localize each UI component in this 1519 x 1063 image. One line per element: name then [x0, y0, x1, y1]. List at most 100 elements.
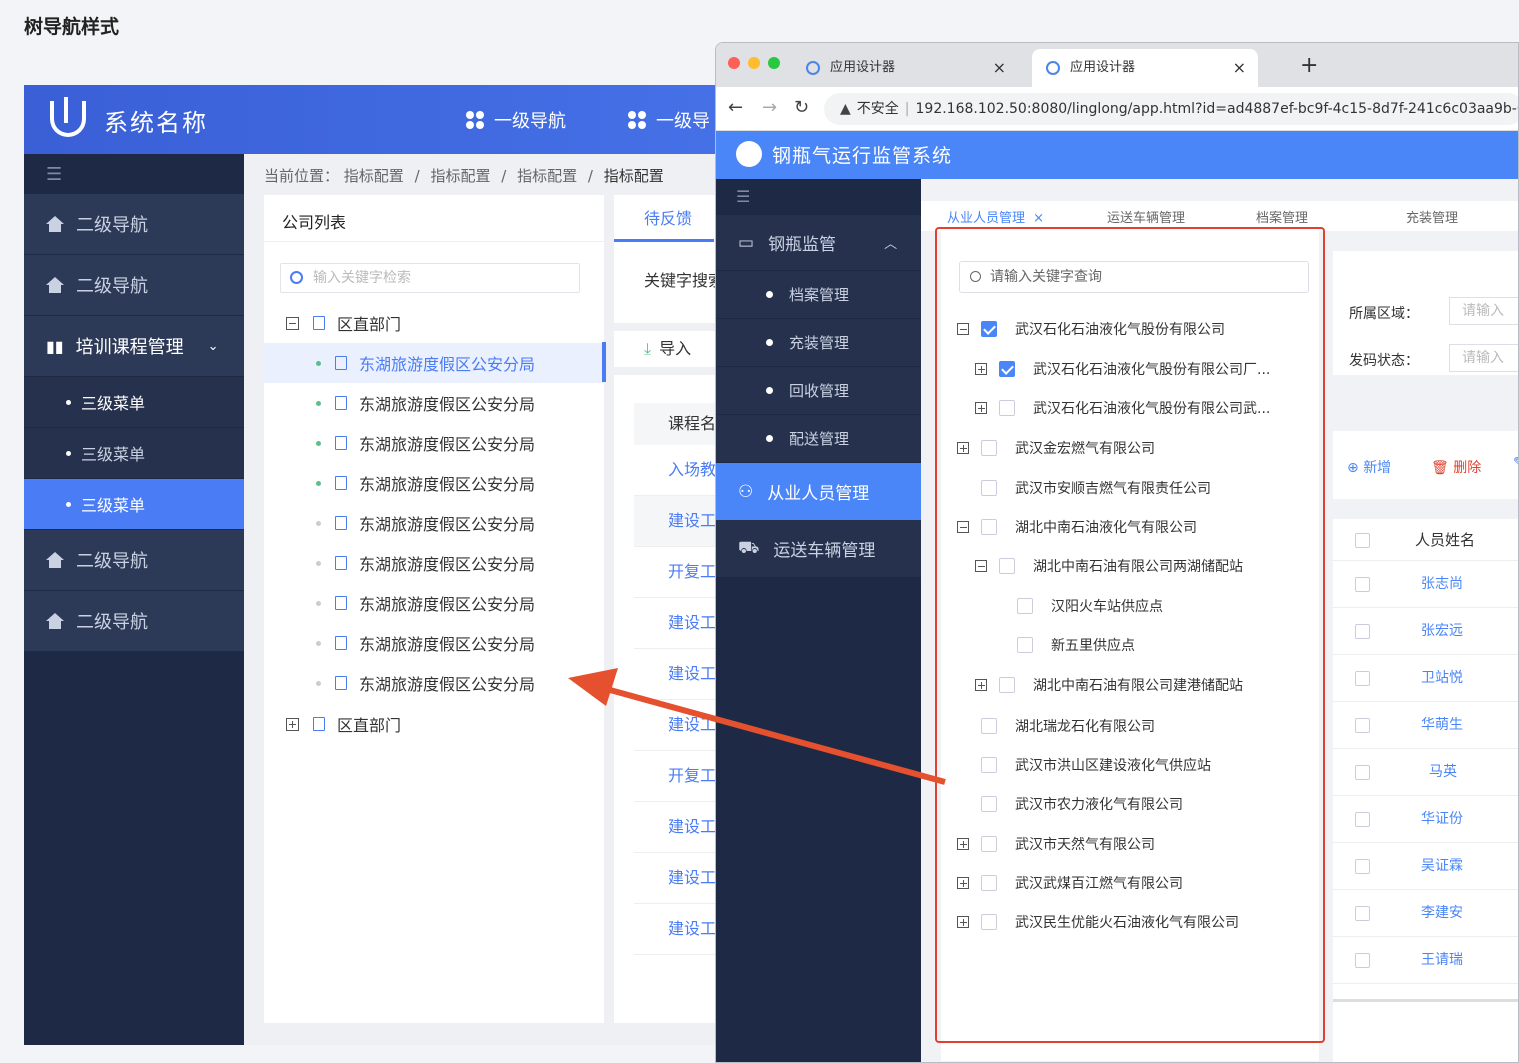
- tree-node[interactable]: 东湖旅游度假区公安分局: [264, 463, 604, 503]
- row-checkbox[interactable]: [1355, 765, 1370, 780]
- sidebar-subitem-2[interactable]: 三级菜单: [24, 428, 244, 479]
- staff-name-link[interactable]: 吴证霖: [1421, 843, 1463, 890]
- breadcrumb: 当前位置： 指标配置 / 指标配置 / 指标配置 / 指标配置: [264, 165, 664, 186]
- menu-collapse-icon[interactable]: ☰: [716, 179, 921, 215]
- bullet-icon: [316, 520, 321, 526]
- sidebar-subitem[interactable]: 档案管理: [716, 271, 921, 319]
- row-checkbox[interactable]: [1355, 812, 1370, 827]
- table-row[interactable]: 张志尚: [1333, 561, 1518, 608]
- sidebar-subitem-3[interactable]: 三级菜单: [24, 479, 244, 530]
- tree-node[interactable]: 东湖旅游度假区公安分局: [264, 343, 604, 383]
- table-row[interactable]: 李建安: [1333, 890, 1518, 937]
- minimize-window-icon[interactable]: [748, 57, 760, 69]
- top-nav-item-1[interactable]: 一级导航: [466, 107, 566, 133]
- edit-icon[interactable]: ✎: [1513, 455, 1518, 471]
- staff-name-link[interactable]: 华萌生: [1421, 702, 1463, 749]
- address-bar[interactable]: ▲ 不安全 | 192.168.102.50:8080/linglong/app.ht…: [824, 93, 1518, 125]
- close-icon[interactable]: ×: [1033, 211, 1044, 226]
- staff-name-link[interactable]: 马英: [1429, 749, 1457, 796]
- browser-tab-active[interactable]: 应用设计器 ×: [1032, 49, 1258, 87]
- menu-collapse-icon[interactable]: ☰: [24, 154, 244, 194]
- tree-node[interactable]: 东湖旅游度假区公安分局: [264, 543, 604, 583]
- row-checkbox[interactable]: [1355, 953, 1370, 968]
- sidebar-subitem[interactable]: 配送管理: [716, 415, 921, 463]
- table-row[interactable]: 华萌生: [1333, 702, 1518, 749]
- new-tab-icon[interactable]: +: [1300, 53, 1318, 78]
- tree-node-root[interactable]: 区直部门: [264, 303, 604, 343]
- row-checkbox[interactable]: [1355, 624, 1370, 639]
- filter-label-status: 发码状态：: [1349, 353, 1419, 369]
- tree-node[interactable]: 东湖旅游度假区公安分局: [264, 623, 604, 663]
- tree-node[interactable]: 东湖旅游度假区公安分局: [264, 503, 604, 543]
- table-row[interactable]: 吴证霖: [1333, 843, 1518, 890]
- breadcrumb-item[interactable]: 指标配置: [430, 167, 490, 185]
- table-row[interactable]: 王请瑞: [1333, 937, 1518, 984]
- staff-name-link[interactable]: 华证份: [1421, 796, 1463, 843]
- tree-node[interactable]: 东湖旅游度假区公安分局: [264, 663, 604, 703]
- scrollbar[interactable]: [1333, 999, 1518, 1002]
- page-title: 树导航样式: [24, 16, 120, 38]
- tab-vehicles[interactable]: 运送车辆管理: [1107, 207, 1185, 226]
- sidebar-subitem[interactable]: 回收管理: [716, 367, 921, 415]
- sidebar-subitem[interactable]: 充装管理: [716, 319, 921, 367]
- sidebar-item-staff[interactable]: ⚇ 从业人员管理: [716, 463, 921, 520]
- close-tab-icon[interactable]: ×: [1233, 49, 1246, 87]
- tree-node-label: 区直部门: [337, 716, 402, 735]
- tab-archives[interactable]: 档案管理: [1256, 207, 1308, 226]
- sidebar-item-nav-3[interactable]: 二级导航: [24, 530, 244, 591]
- tree-node-label: 东湖旅游度假区公安分局: [359, 595, 536, 614]
- maximize-window-icon[interactable]: [768, 57, 780, 69]
- sidebar-group-cylinder[interactable]: ▭ 钢瓶监管 ︿: [716, 215, 921, 271]
- expand-icon[interactable]: [286, 717, 299, 731]
- row-checkbox[interactable]: [1355, 859, 1370, 874]
- staff-name-link[interactable]: 卫站悦: [1421, 655, 1463, 702]
- building-icon: [313, 717, 325, 731]
- search-input[interactable]: 输入关键字检索: [280, 263, 580, 293]
- bullet-icon: [316, 400, 321, 406]
- tab-staff[interactable]: 从业人员管理 ×: [947, 207, 1044, 226]
- staff-name-link[interactable]: 李建安: [1421, 890, 1463, 937]
- close-window-icon[interactable]: [728, 57, 740, 69]
- building-icon: [335, 436, 347, 450]
- row-checkbox[interactable]: [1355, 577, 1370, 592]
- staff-name-link[interactable]: 王请瑞: [1421, 937, 1463, 984]
- sidebar-item-nav-1[interactable]: 二级导航: [24, 194, 244, 255]
- breadcrumb-item[interactable]: 指标配置: [344, 167, 404, 185]
- sidebar-subitem-1[interactable]: 三级菜单: [24, 377, 244, 428]
- browser-tab[interactable]: 应用设计器 ×: [792, 49, 1018, 87]
- region-input[interactable]: 请输入: [1449, 297, 1518, 325]
- row-checkbox[interactable]: [1355, 906, 1370, 921]
- row-checkbox[interactable]: [1355, 718, 1370, 733]
- reload-icon[interactable]: ↻: [794, 97, 809, 118]
- breadcrumb-item[interactable]: 指标配置: [517, 167, 577, 185]
- tree-node[interactable]: 东湖旅游度假区公安分局: [264, 383, 604, 423]
- table-row[interactable]: 华证份: [1333, 796, 1518, 843]
- collapse-icon[interactable]: [286, 316, 299, 330]
- top-nav-item-2[interactable]: 一级导: [628, 107, 710, 133]
- delete-button[interactable]: 🗑 删除: [1431, 457, 1481, 477]
- sidebar-item-vehicles[interactable]: ⛟ 运送车辆管理: [716, 520, 921, 577]
- add-button[interactable]: ⊕ 新增: [1347, 457, 1391, 477]
- tree-node-root[interactable]: 区直部门: [264, 704, 604, 744]
- sidebar-item-training[interactable]: ▮▮ 培训课程管理 ⌄: [24, 316, 244, 377]
- sidebar-item-nav-2[interactable]: 二级导航: [24, 255, 244, 316]
- table-row[interactable]: 张宏远: [1333, 608, 1518, 655]
- sidebar-item-nav-4[interactable]: 二级导航: [24, 591, 244, 652]
- back-icon[interactable]: ←: [728, 97, 743, 118]
- home-icon: [46, 613, 64, 629]
- status-input[interactable]: 请输入: [1449, 344, 1518, 372]
- tab-pending-feedback[interactable]: 待反馈: [614, 195, 714, 242]
- tree-node[interactable]: 东湖旅游度假区公安分局: [264, 423, 604, 463]
- table-row[interactable]: 马英: [1333, 749, 1518, 796]
- bullet-icon: [316, 640, 321, 646]
- row-checkbox[interactable]: [1355, 671, 1370, 686]
- table-row[interactable]: 卫站悦: [1333, 655, 1518, 702]
- staff-name-link[interactable]: 张志尚: [1421, 561, 1463, 608]
- staff-name-link[interactable]: 张宏远: [1421, 608, 1463, 655]
- close-tab-icon[interactable]: ×: [993, 49, 1006, 87]
- tree-node[interactable]: 东湖旅游度假区公安分局: [264, 583, 604, 623]
- tab-filling[interactable]: 充装管理: [1406, 207, 1458, 226]
- forward-icon[interactable]: →: [762, 97, 777, 118]
- bullet-icon: [316, 560, 321, 566]
- select-all-checkbox[interactable]: [1355, 533, 1370, 548]
